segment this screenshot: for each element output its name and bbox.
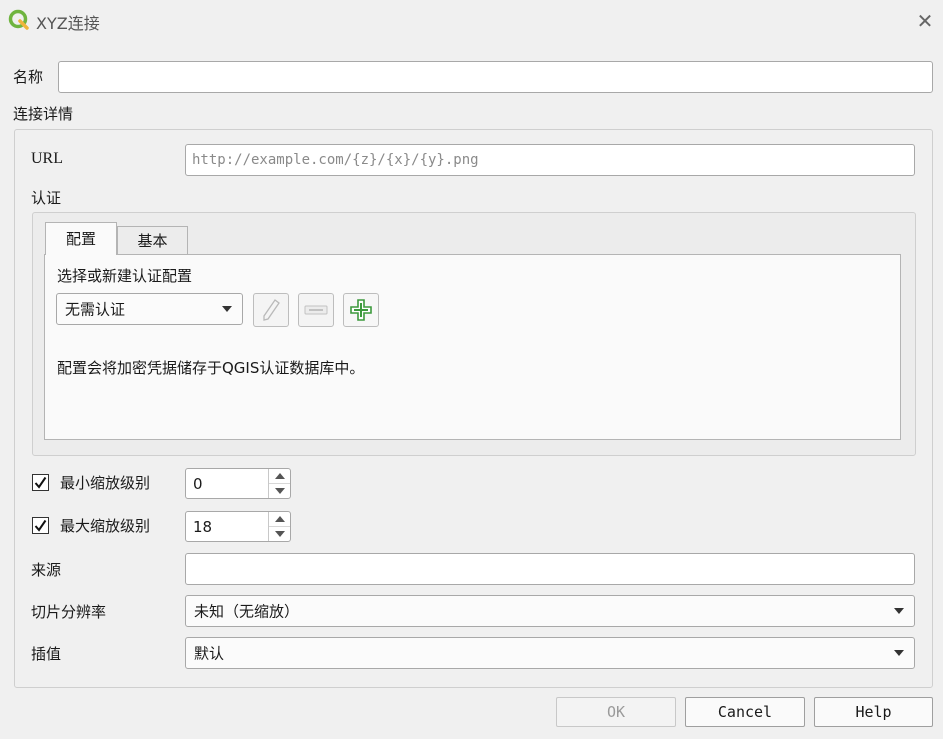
tile-resolution-value: 未知（无缩放） <box>194 602 300 621</box>
tile-resolution-combo[interactable]: 未知（无缩放） <box>185 595 915 627</box>
url-field[interactable] <box>185 144 915 176</box>
checkmark-icon <box>34 519 47 532</box>
close-icon[interactable]: ✕ <box>912 8 938 34</box>
qgis-logo-icon <box>8 9 30 31</box>
source-label: 来源 <box>31 561 62 579</box>
name-input[interactable] <box>59 62 932 92</box>
arrow-down-icon <box>274 487 285 494</box>
min-zoom-value: 0 <box>193 474 203 493</box>
connection-details-label: 连接详情 <box>13 105 74 123</box>
arrow-up-icon <box>274 472 285 479</box>
interpolation-combo[interactable]: 默认 <box>185 637 915 669</box>
arrow-down-icon <box>274 530 285 537</box>
edit-pencil-icon <box>263 299 280 321</box>
add-auth-button[interactable] <box>343 293 379 327</box>
max-zoom-checkbox[interactable] <box>32 517 49 534</box>
window-title: XYZ连接 <box>36 14 100 33</box>
tab-config[interactable]: 配置 <box>45 222 117 255</box>
max-zoom-label: 最大缩放级别 <box>60 517 151 535</box>
ok-button[interactable]: OK <box>556 697 676 727</box>
url-label: URL <box>31 150 63 167</box>
auth-label: 认证 <box>31 189 62 207</box>
url-input[interactable] <box>186 145 914 175</box>
name-field[interactable] <box>58 61 933 93</box>
chevron-down-icon <box>894 608 904 614</box>
add-icon <box>350 299 372 321</box>
chevron-down-icon <box>222 306 232 312</box>
checkmark-icon <box>34 476 47 489</box>
tile-resolution-label: 切片分辨率 <box>31 603 107 621</box>
max-zoom-increment[interactable] <box>269 512 290 527</box>
min-zoom-label: 最小缩放级别 <box>60 474 151 492</box>
auth-config-value: 无需认证 <box>65 300 126 319</box>
tab-basic[interactable]: 基本 <box>117 226 188 254</box>
help-button[interactable]: Help <box>814 697 933 727</box>
min-zoom-increment[interactable] <box>269 469 290 484</box>
auth-select-label: 选择或新建认证配置 <box>57 267 193 285</box>
source-field[interactable] <box>185 553 915 585</box>
auth-config-combo[interactable]: 无需认证 <box>56 293 243 325</box>
min-zoom-decrement[interactable] <box>269 484 290 499</box>
remove-icon <box>304 305 328 315</box>
min-zoom-checkbox[interactable] <box>32 474 49 491</box>
cancel-button[interactable]: Cancel <box>685 697 805 727</box>
max-zoom-decrement[interactable] <box>269 527 290 542</box>
max-zoom-value: 18 <box>193 517 213 536</box>
interpolation-value: 默认 <box>194 644 225 663</box>
max-zoom-spinbox[interactable]: 18 <box>185 511 291 542</box>
source-input[interactable] <box>186 554 914 584</box>
remove-auth-button[interactable] <box>298 293 334 327</box>
edit-auth-button[interactable] <box>253 293 289 327</box>
auth-note: 配置会将加密凭据储存于QGIS认证数据库中。 <box>57 359 365 377</box>
chevron-down-icon <box>894 650 904 656</box>
min-zoom-spinbox[interactable]: 0 <box>185 468 291 499</box>
arrow-up-icon <box>274 515 285 522</box>
interpolation-label: 插值 <box>31 645 62 663</box>
title-bar: XYZ连接 ✕ <box>0 0 943 42</box>
name-label: 名称 <box>13 68 44 86</box>
